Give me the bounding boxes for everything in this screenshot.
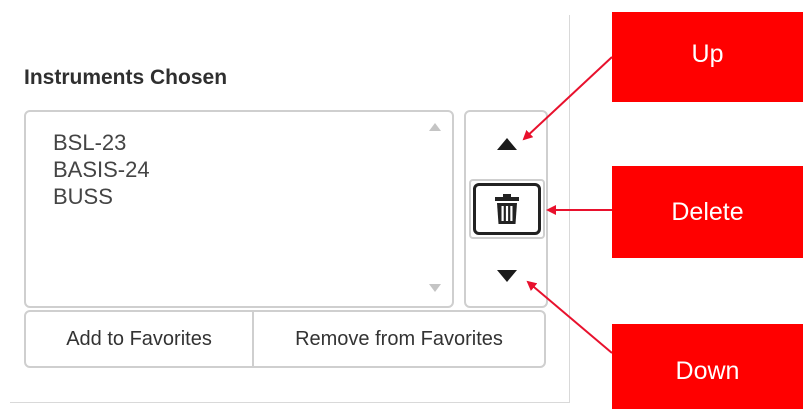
callout-down: Down — [612, 324, 803, 409]
instruments-listbox[interactable]: BSL-23 BASIS-24 BUSS — [24, 110, 454, 308]
delete-button[interactable] — [469, 179, 545, 239]
callout-up-label: Up — [691, 39, 724, 68]
move-down-button[interactable] — [480, 258, 534, 294]
list-item[interactable]: BUSS — [53, 184, 113, 210]
callout-delete: Delete — [612, 166, 803, 258]
list-item[interactable]: BSL-23 — [53, 130, 126, 156]
trash-icon — [495, 194, 519, 224]
callout-down-label: Down — [675, 357, 740, 385]
caret-up-icon — [497, 138, 517, 150]
delete-button-focus-ring — [473, 183, 541, 235]
remove-from-favorites-button[interactable]: Remove from Favorites — [252, 310, 546, 368]
list-item[interactable]: BASIS-24 — [53, 157, 150, 183]
reorder-controls — [464, 110, 548, 308]
section-title: Instruments Chosen — [24, 66, 228, 89]
scrollbar-down-arrow-icon[interactable] — [428, 282, 442, 294]
add-to-favorites-button[interactable]: Add to Favorites — [24, 310, 254, 368]
screenshot-stage: Instruments Chosen BSL-23 BASIS-24 BUSS — [0, 0, 803, 409]
move-up-button[interactable] — [480, 126, 534, 162]
caret-down-icon — [497, 270, 517, 282]
scrollbar-up-arrow-icon[interactable] — [428, 121, 442, 133]
callout-up: Up — [612, 12, 803, 102]
callout-delete-label: Delete — [671, 197, 744, 226]
